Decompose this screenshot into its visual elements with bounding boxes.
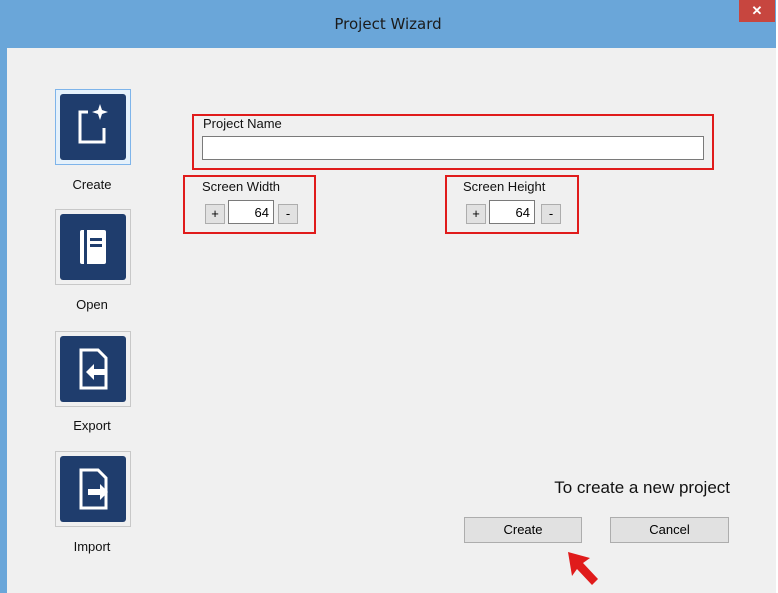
sidebar-item-open-label: Open <box>76 297 108 312</box>
new-project-icon <box>78 104 108 144</box>
screen-width-label: Screen Width <box>202 179 281 194</box>
project-name-label: Project Name <box>203 116 282 131</box>
export-document-icon <box>79 348 108 390</box>
screen-width-minus-button[interactable]: - <box>278 204 298 224</box>
screen-height-label: Screen Height <box>463 179 546 194</box>
export-tool-button[interactable] <box>55 331 131 407</box>
pointer-arrow-icon <box>568 552 598 585</box>
screen-height-plus-button[interactable]: + <box>466 204 486 224</box>
project-name-input[interactable] <box>202 136 704 160</box>
close-button[interactable]: ✕ <box>739 0 775 22</box>
screen-height-input[interactable] <box>489 200 535 224</box>
open-book-icon <box>80 230 106 264</box>
sidebar-item-create-label: Create <box>72 177 112 192</box>
import-tool-button[interactable] <box>55 451 131 527</box>
title-bar[interactable]: Project Wizard ✕ <box>0 0 776 48</box>
open-tool-button[interactable] <box>55 209 131 285</box>
window-title: Project Wizard <box>334 15 442 33</box>
screen-width-input[interactable] <box>228 200 274 224</box>
hint-text: To create a new project <box>554 478 730 497</box>
create-button[interactable]: Create <box>464 517 582 543</box>
screen-width-plus-button[interactable]: + <box>205 204 225 224</box>
create-tool-button[interactable] <box>55 89 131 165</box>
import-document-icon <box>79 468 108 510</box>
cancel-button[interactable]: Cancel <box>610 517 729 543</box>
sidebar-item-export-label: Export <box>73 418 111 433</box>
screen-height-minus-button[interactable]: - <box>541 204 561 224</box>
sidebar-item-import-label: Import <box>73 539 111 554</box>
